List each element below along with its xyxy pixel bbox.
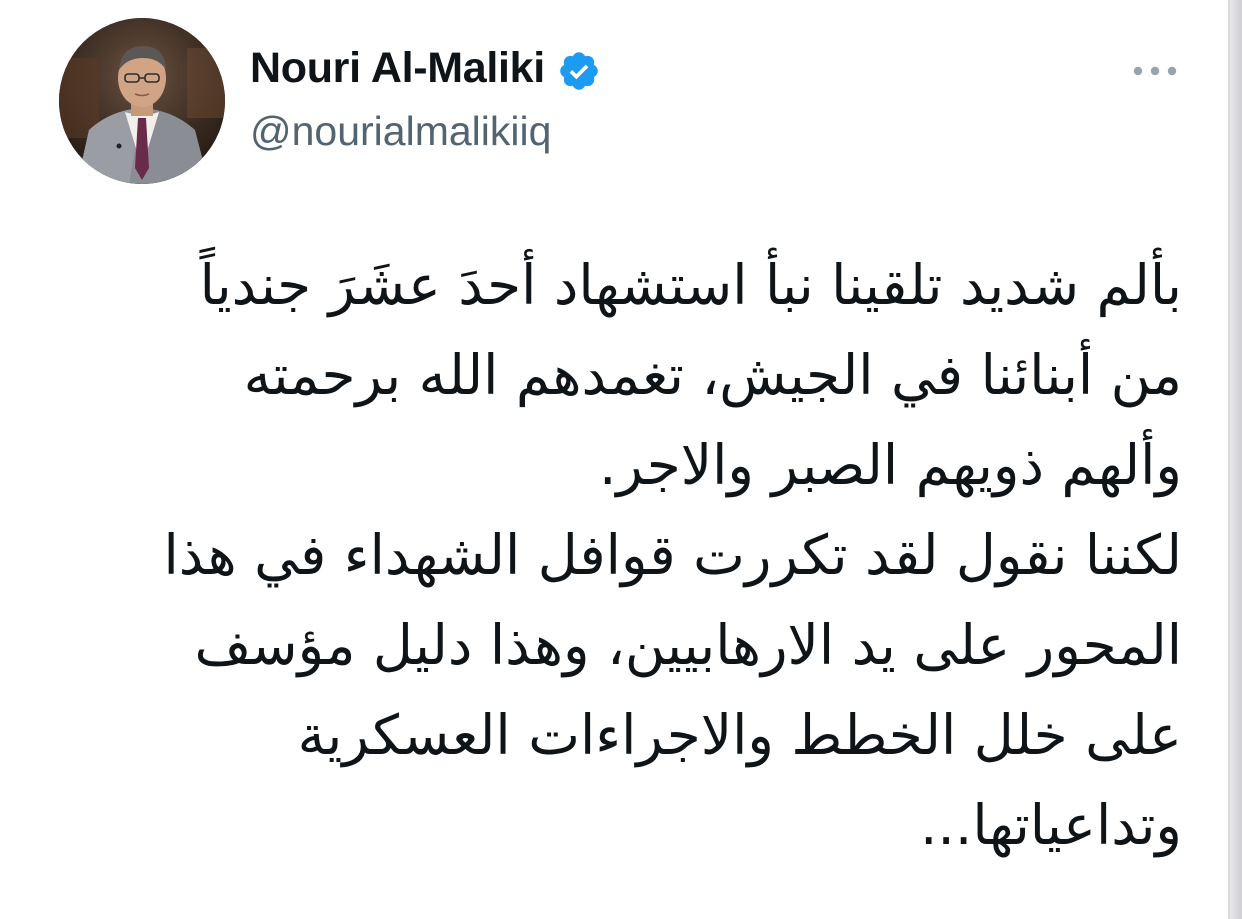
tweet-text-line: بألم شديد تلقينا نبأ استشهاد أحدَ عشَرَ … xyxy=(199,253,1182,317)
verified-badge-icon xyxy=(557,49,601,93)
author-name-row: Nouri Al-Maliki xyxy=(250,44,601,93)
tweet-text-line: من أبنائنا في الجيش، تغمدهم الله برحمته xyxy=(243,343,1182,407)
tweet-text-line: لكننا نقول لقد تكررت قوافل الشهداء في هذ… xyxy=(163,523,1182,587)
tweet-card: Nouri Al-Maliki @nourialmalikiiq بألم شد… xyxy=(0,0,1242,919)
tweet-text: بألم شديد تلقينا نبأ استشهاد أحدَ عشَرَ … xyxy=(72,240,1182,870)
author-display-name[interactable]: Nouri Al-Maliki xyxy=(250,44,545,93)
tweet-text-line: المحور على يد الارهابيين، وهذا دليل مؤسف xyxy=(194,613,1182,677)
author-handle[interactable]: @nourialmalikiiq xyxy=(250,108,551,155)
tweet-text-line: وتداعياتها... xyxy=(919,793,1182,857)
tweet-text-line: وألهم ذويهم الصبر والاجر. xyxy=(598,433,1182,497)
author-avatar[interactable] xyxy=(59,18,225,184)
more-horizontal-icon[interactable] xyxy=(1132,62,1178,80)
screen-edge xyxy=(1230,0,1242,919)
profile-photo-icon xyxy=(59,18,225,184)
tweet-text-line: على خلل الخطط والاجراءات العسكرية xyxy=(297,703,1182,767)
